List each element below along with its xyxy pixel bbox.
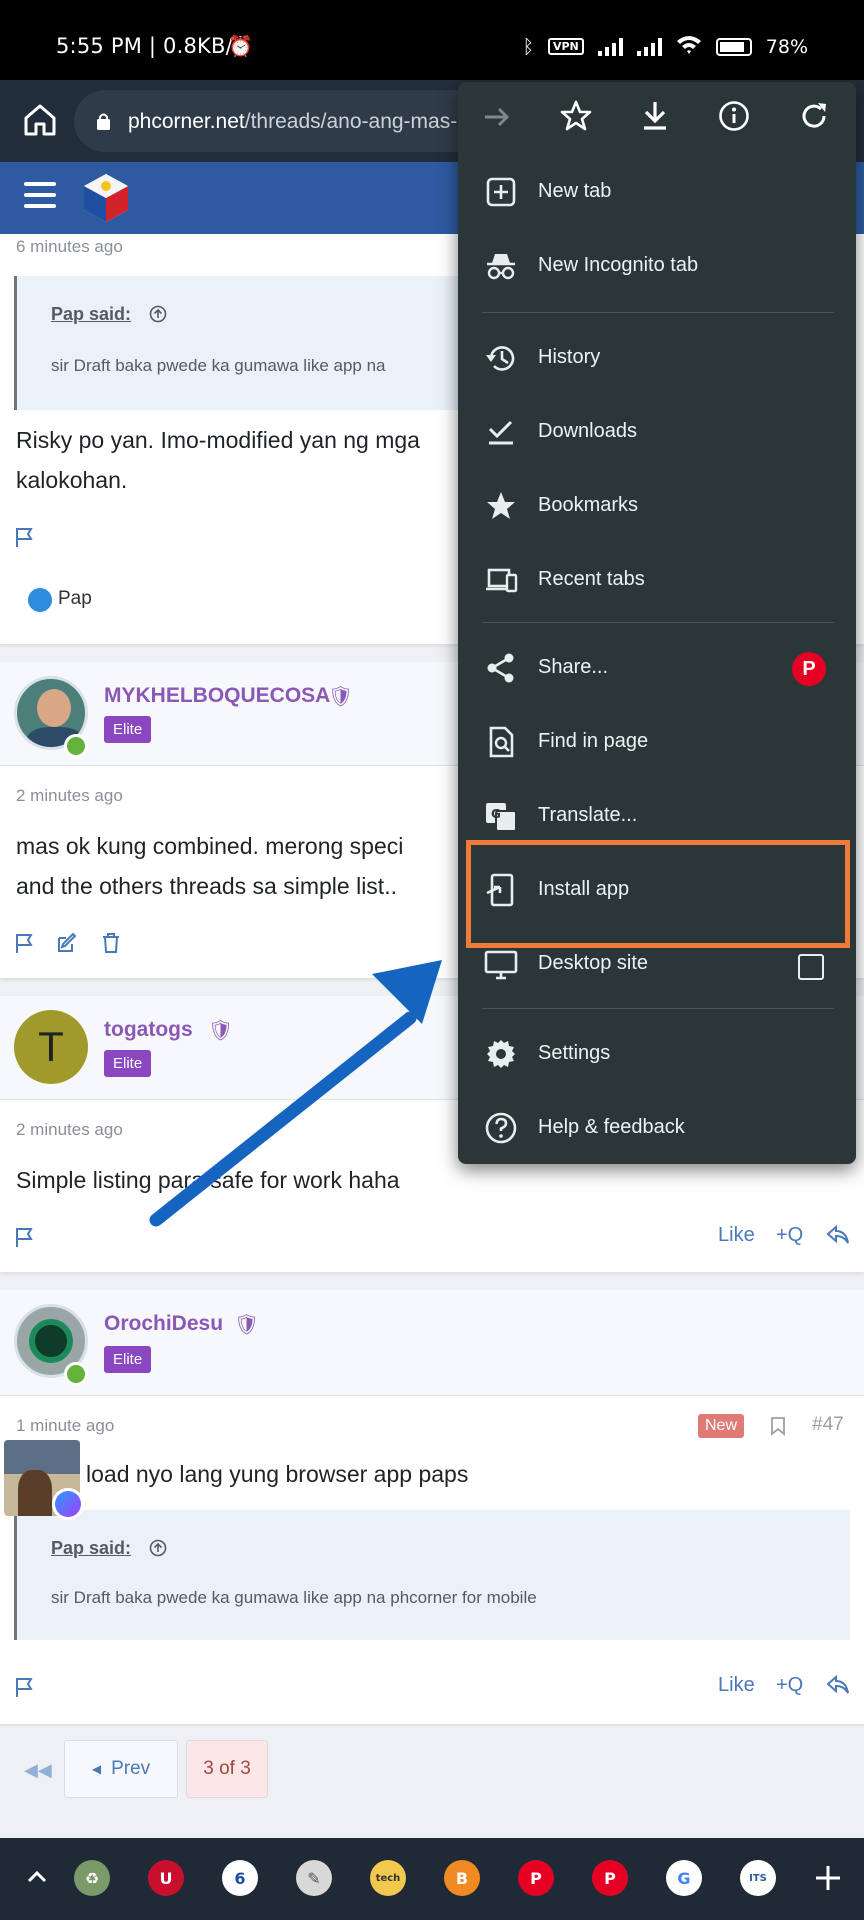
find-icon bbox=[489, 726, 514, 758]
translate-icon: G bbox=[486, 803, 517, 832]
downloads-icon bbox=[488, 420, 513, 445]
menu-item-new-incognito-tab[interactable]: New Incognito tab bbox=[458, 234, 856, 300]
menu-item-label: Settings bbox=[538, 1042, 611, 1064]
menu-item-label: History bbox=[538, 346, 601, 368]
forward-icon[interactable] bbox=[482, 102, 512, 132]
menu-divider bbox=[482, 622, 834, 623]
desktop-site-checkbox[interactable] bbox=[798, 954, 824, 980]
menu-toolbar bbox=[458, 82, 856, 154]
browser-overflow-menu: New tab New Incognito tab History Downlo… bbox=[458, 82, 856, 1164]
refresh-icon[interactable] bbox=[798, 100, 830, 132]
menu-divider bbox=[482, 1008, 834, 1009]
menu-item-label: Downloads bbox=[538, 420, 637, 442]
menu-item-label: New tab bbox=[538, 180, 612, 202]
recent-tabs-icon bbox=[486, 568, 518, 593]
info-icon[interactable] bbox=[718, 100, 750, 132]
history-icon bbox=[486, 346, 515, 371]
menu-item-new-tab[interactable]: New tab bbox=[458, 160, 856, 226]
menu-item-label: Bookmarks bbox=[538, 494, 639, 516]
new-tab-icon bbox=[486, 177, 516, 207]
menu-divider bbox=[482, 312, 834, 313]
menu-item-history[interactable]: History bbox=[458, 326, 856, 392]
desktop-icon bbox=[484, 950, 518, 980]
menu-item-find-in-page[interactable]: Find in page bbox=[458, 710, 856, 776]
menu-item-share[interactable]: Share... P bbox=[458, 636, 856, 702]
pinterest-icon[interactable]: P bbox=[792, 652, 826, 686]
share-icon bbox=[487, 653, 514, 683]
menu-item-bookmarks[interactable]: Bookmarks bbox=[458, 474, 856, 540]
install-app-highlight bbox=[466, 840, 850, 948]
bookmarks-icon bbox=[487, 492, 515, 519]
svg-text:G: G bbox=[491, 807, 501, 821]
menu-item-label: Find in page bbox=[538, 730, 649, 752]
menu-item-label: Desktop site bbox=[538, 952, 649, 974]
menu-item-downloads[interactable]: Downloads bbox=[458, 400, 856, 466]
menu-item-recent-tabs[interactable]: Recent tabs bbox=[458, 548, 856, 614]
menu-item-label: Translate... bbox=[538, 804, 638, 826]
menu-item-label: Help & feedback bbox=[538, 1116, 685, 1138]
menu-item-help-feedback[interactable]: Help & feedback bbox=[458, 1096, 856, 1162]
menu-item-label: Share... bbox=[538, 656, 609, 678]
settings-icon bbox=[487, 1040, 515, 1068]
incognito-icon bbox=[487, 254, 515, 280]
bookmark-star-icon[interactable] bbox=[560, 100, 592, 132]
menu-item-settings[interactable]: Settings bbox=[458, 1022, 856, 1088]
help-icon bbox=[485, 1112, 517, 1144]
menu-item-label: Recent tabs bbox=[538, 568, 645, 590]
menu-item-label: New Incognito tab bbox=[538, 254, 699, 276]
download-icon[interactable] bbox=[640, 100, 670, 132]
